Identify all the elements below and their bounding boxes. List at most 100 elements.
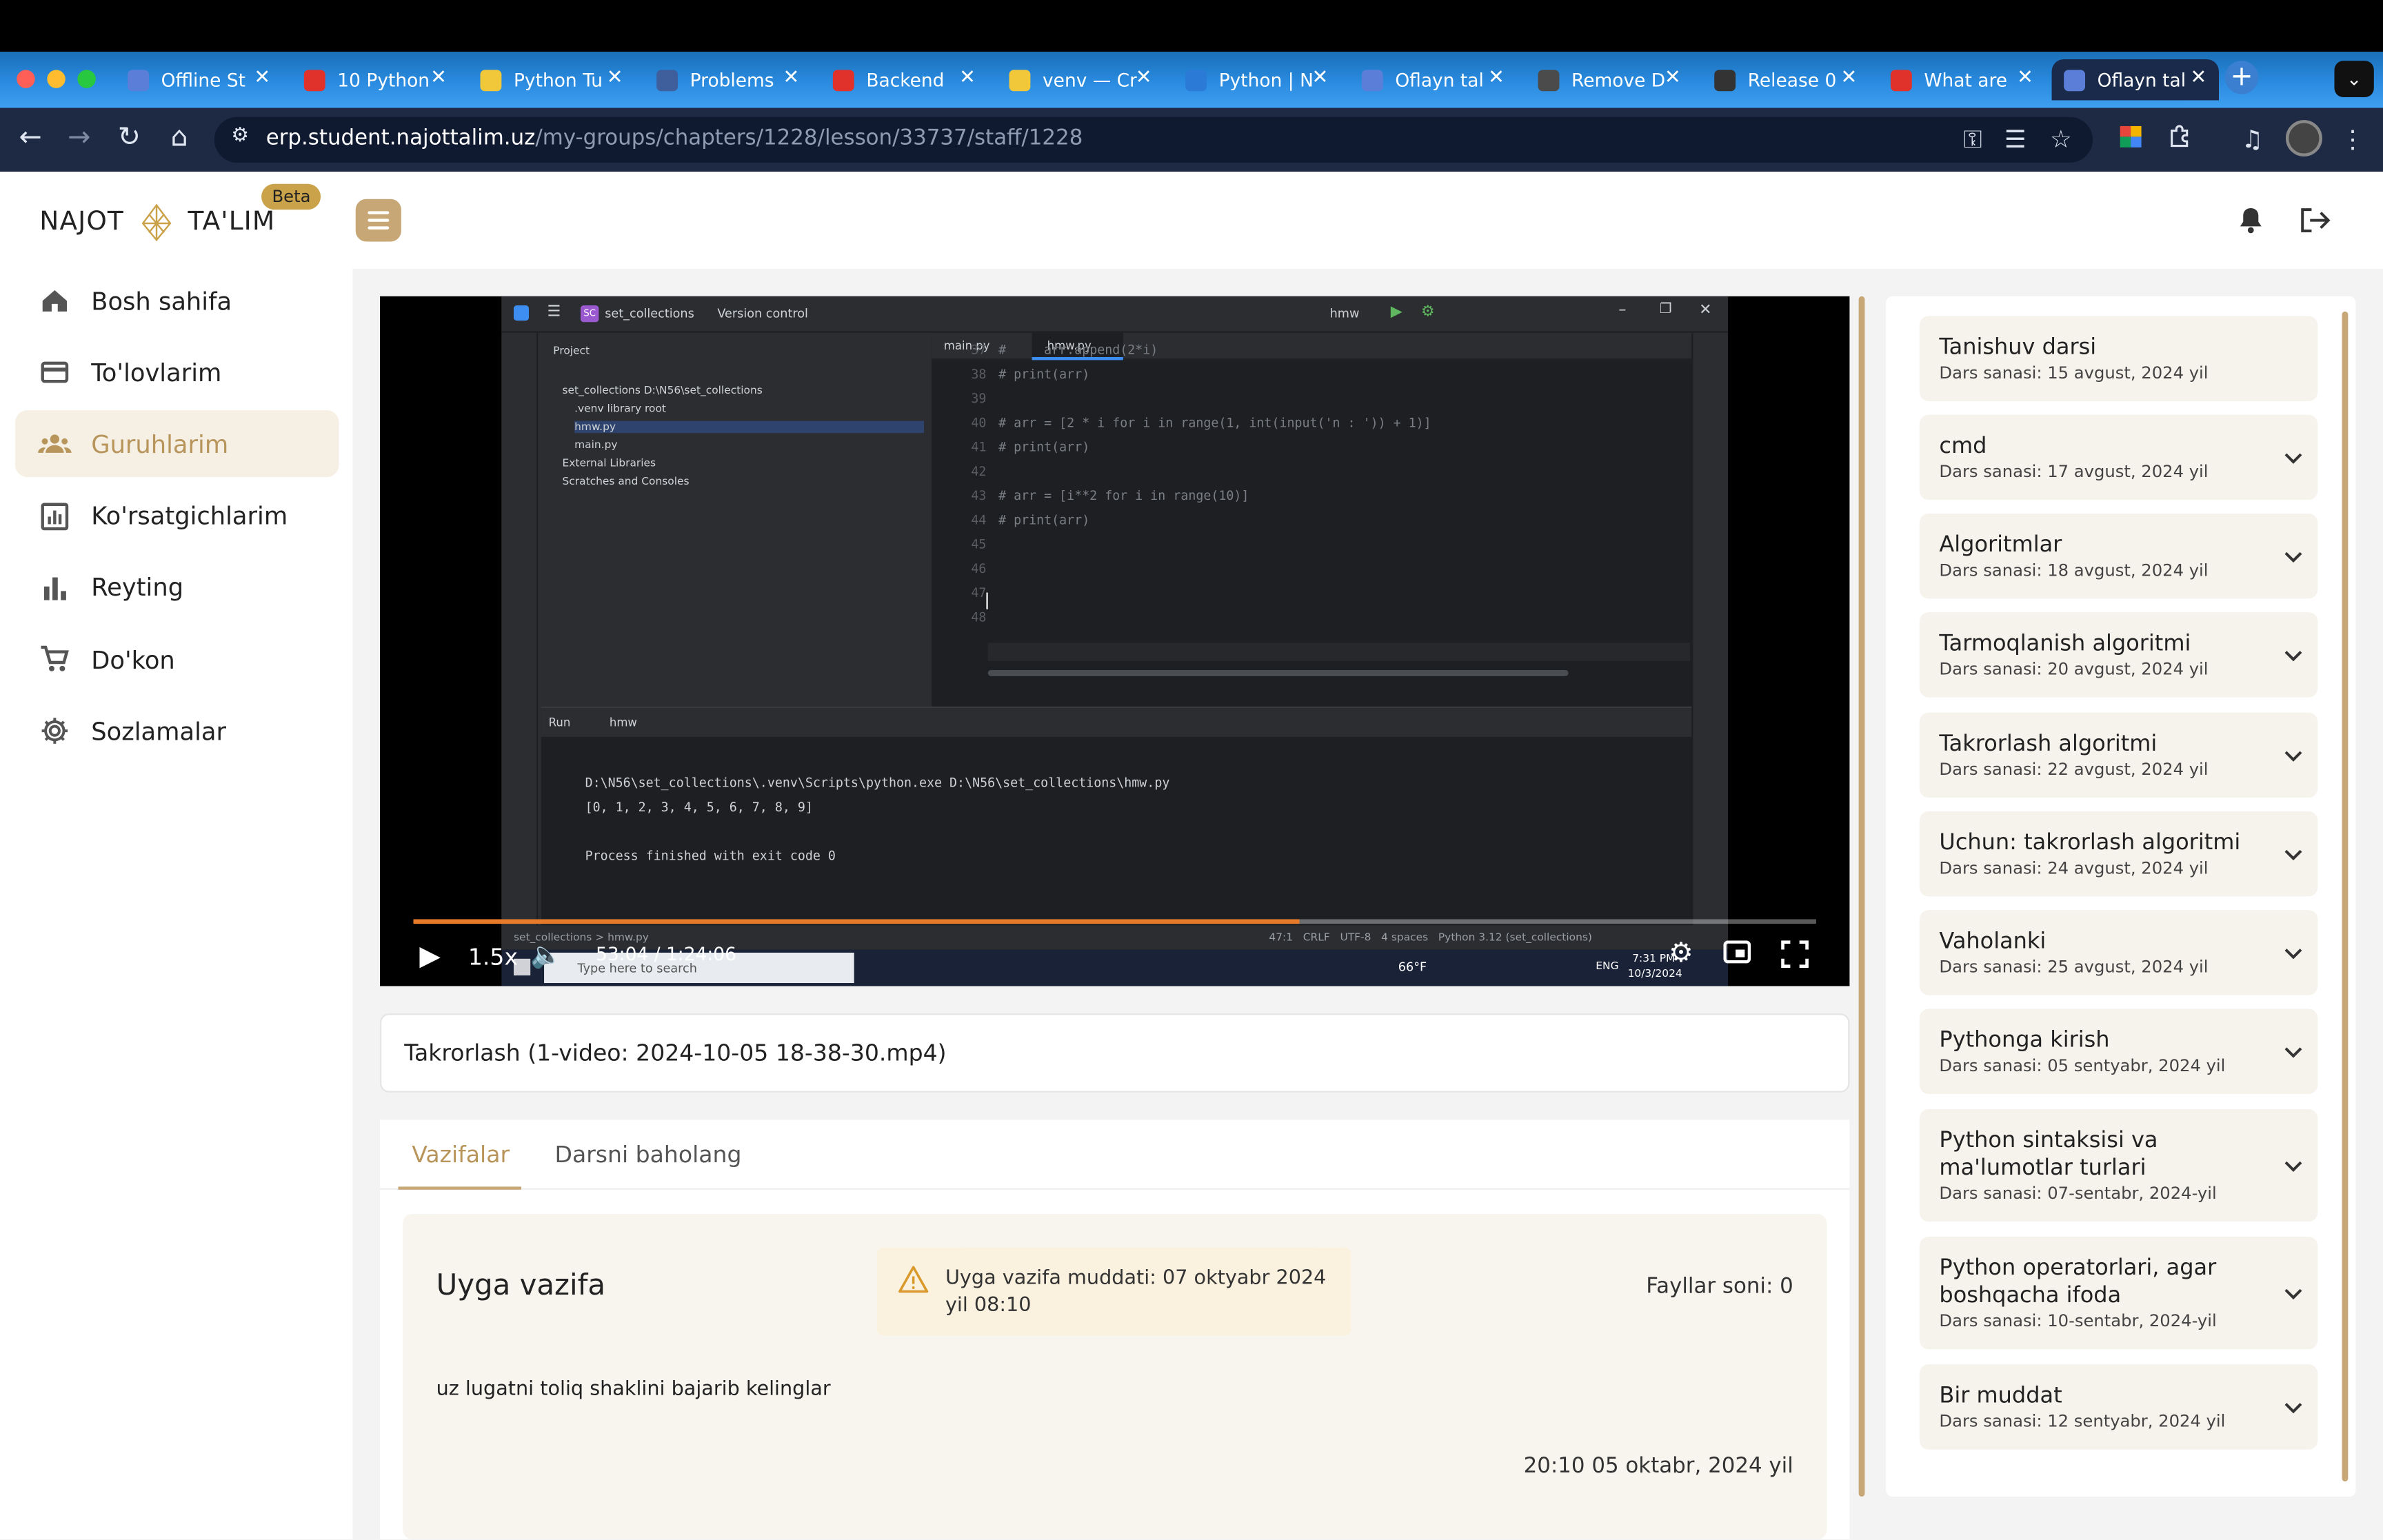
lesson-item[interactable]: Pythonga kirish Dars sanasi: 05 sentyabr,… xyxy=(1919,1009,2318,1094)
browser-tab[interactable]: Backend ✕ xyxy=(821,59,987,101)
browser-tab[interactable]: Remove D ✕ xyxy=(1526,59,1693,101)
volume-icon[interactable]: 🔈 xyxy=(530,940,563,971)
browser-tab[interactable]: Python | N ✕ xyxy=(1174,59,1340,101)
lesson-list-scrollbar[interactable] xyxy=(2342,311,2349,1481)
tab-close-icon[interactable]: ✕ xyxy=(2017,67,2033,90)
media-controls-icon[interactable]: ♫ xyxy=(2237,125,2267,154)
minimize-window-button[interactable] xyxy=(47,70,66,88)
tab-vazifalar[interactable]: Vazifalar xyxy=(412,1141,510,1168)
mini-player-icon[interactable] xyxy=(1723,940,1751,971)
browser-tab[interactable]: Problems ✕ xyxy=(645,59,812,101)
sidebar-item-guruhlarim[interactable]: Guruhlarim xyxy=(15,410,339,478)
tab-favicon-icon xyxy=(1714,69,1736,91)
browser-tab[interactable]: Oflayn tal ✕ xyxy=(2051,59,2219,101)
close-window-button[interactable] xyxy=(17,70,35,88)
tab-close-icon[interactable]: ✕ xyxy=(959,67,976,90)
site-info-icon[interactable]: ⚙ xyxy=(225,125,255,148)
hamburger-menu-button[interactable] xyxy=(355,199,401,242)
lesson-item[interactable]: Bir muddat Dars sanasi: 12 sentyabr, 2024… xyxy=(1919,1364,2318,1450)
bookmark-star-icon[interactable]: ☆ xyxy=(2046,125,2076,154)
bell-icon[interactable] xyxy=(2235,205,2266,243)
lesson-date: Dars sanasi: 20 avgust, 2024 yil xyxy=(1939,659,2209,680)
lesson-item[interactable]: Vaholanki Dars sanasi: 25 avgust, 2024 yi… xyxy=(1919,910,2318,995)
back-arrow-icon[interactable]: ← xyxy=(12,121,49,153)
chevron-down-icon[interactable] xyxy=(2284,646,2302,669)
tab-close-icon[interactable]: ✕ xyxy=(1488,67,1505,90)
lesson-item[interactable]: Algoritmlar Dars sanasi: 18 avgust, 2024 … xyxy=(1919,513,2318,599)
sidebar-item-bosh-sahifa[interactable]: Bosh sahifa xyxy=(15,267,339,334)
tab-favicon-icon xyxy=(1009,69,1031,91)
line-number: 44 xyxy=(971,511,987,527)
home-icon[interactable]: ⌂ xyxy=(161,121,198,153)
chevron-down-icon[interactable] xyxy=(2284,448,2302,471)
logout-icon[interactable] xyxy=(2298,205,2331,243)
chevron-down-icon[interactable] xyxy=(2284,1284,2302,1306)
chevron-down-icon[interactable] xyxy=(2284,1398,2302,1421)
tab-close-icon[interactable]: ✕ xyxy=(2190,67,2206,90)
browser-tab[interactable]: venv — Cr ✕ xyxy=(997,59,1164,101)
zoom-window-button[interactable] xyxy=(77,70,96,88)
profile-avatar[interactable] xyxy=(2285,120,2322,157)
line-number: 47 xyxy=(971,585,987,600)
browser-tab[interactable]: Release 0 ✕ xyxy=(1702,59,1869,101)
chevron-down-icon[interactable] xyxy=(2284,944,2302,966)
tab-close-icon[interactable]: ✕ xyxy=(783,67,799,90)
sidebar-item-reyting[interactable]: Reyting xyxy=(15,554,339,621)
lesson-item[interactable]: Python operatorlari, agar boshqacha ifod… xyxy=(1919,1237,2318,1350)
chevron-down-icon[interactable] xyxy=(2284,1156,2302,1179)
chevron-down-icon[interactable] xyxy=(2284,746,2302,769)
tab-close-icon[interactable]: ✕ xyxy=(607,67,623,90)
tab-darsni-baholang[interactable]: Darsni baholang xyxy=(554,1141,741,1168)
extension-colorful-icon[interactable] xyxy=(2115,125,2146,155)
settings-gear-icon[interactable]: ⚙ xyxy=(1669,938,1693,969)
chevron-down-icon[interactable] xyxy=(2284,547,2302,569)
forward-arrow-icon[interactable]: → xyxy=(61,121,97,153)
card-icon xyxy=(37,354,73,391)
browser-tab[interactable]: Python Tu ✕ xyxy=(468,59,635,101)
tab-close-icon[interactable]: ✕ xyxy=(1136,67,1152,90)
lesson-item[interactable]: Uchun: takrorlash algoritmi Dars sanasi: … xyxy=(1919,811,2318,897)
lesson-item[interactable]: Python sintaksisi va ma'lumotlar turlari… xyxy=(1919,1108,2318,1222)
lesson-name: Bir muddat xyxy=(1939,1384,2062,1409)
video-column-scrollbar[interactable] xyxy=(1858,296,1865,1497)
tab-close-icon[interactable]: ✕ xyxy=(1665,67,1681,90)
sidebar-item-do-kon[interactable]: Do'kon xyxy=(15,626,339,693)
translate-icon[interactable]: ☰ xyxy=(2000,125,2031,154)
video-player[interactable]: ☰ SC set_collections Version control hmw… xyxy=(380,296,1850,986)
ide-debug-icon: ⚙ xyxy=(1420,303,1435,321)
browser-tab[interactable]: 10 Python ✕ xyxy=(292,59,459,101)
logo[interactable]: NAJOT TA'LIM xyxy=(39,199,275,245)
extensions-puzzle-icon[interactable] xyxy=(2164,125,2195,155)
tab-search-chevron-icon[interactable]: ⌄ xyxy=(2334,61,2374,98)
sidebar-item-ko-rsatgichlarim[interactable]: Ko'rsatgichlarim xyxy=(15,483,339,549)
chevron-down-icon[interactable] xyxy=(2284,1042,2302,1065)
sidebar-item-sozlamalar[interactable]: Sozlamalar xyxy=(15,698,339,764)
play-icon[interactable]: ▶ xyxy=(419,940,441,972)
lesson-item[interactable]: Takrorlash algoritmi Dars sanasi: 22 avgu… xyxy=(1919,712,2318,798)
browser-tab[interactable]: Oflayn tal ✕ xyxy=(1349,59,1516,101)
url-text[interactable]: erp.student.najottalim.uz/my-groups/chap… xyxy=(266,126,1083,150)
tab-close-icon[interactable]: ✕ xyxy=(1840,67,1857,90)
reload-icon[interactable]: ↻ xyxy=(111,121,148,153)
chevron-down-icon[interactable] xyxy=(2284,844,2302,867)
speed-button[interactable]: 1.5x xyxy=(468,944,518,971)
tab-title: Python | N xyxy=(1218,69,1314,91)
tab-close-icon[interactable]: ✕ xyxy=(430,67,447,90)
browser-tab[interactable]: What are ✕ xyxy=(1878,59,2045,101)
new-tab-button[interactable]: + xyxy=(2224,61,2259,94)
browser-tab[interactable]: Offline St ✕ xyxy=(116,59,283,101)
browser-menu-icon[interactable]: ⋮ xyxy=(2337,125,2368,154)
tab-close-icon[interactable]: ✕ xyxy=(254,67,270,90)
lesson-date: Dars sanasi: 10-sentabr, 2024-yil xyxy=(1939,1311,2217,1331)
line-number: 38 xyxy=(971,366,987,382)
video-progress-fill xyxy=(413,919,1300,924)
lesson-name: Tarmoqlanish algoritmi xyxy=(1939,631,2191,657)
key-icon[interactable]: ⚿ xyxy=(1958,125,1988,155)
lesson-item[interactable]: Tarmoqlanish algoritmi Dars sanasi: 20 av… xyxy=(1919,612,2318,698)
lesson-item[interactable]: Tanishuv darsi Dars sanasi: 15 avgust, 20… xyxy=(1919,316,2318,401)
lesson-item[interactable]: cmd Dars sanasi: 17 avgust, 2024 yil xyxy=(1919,414,2318,500)
tab-close-icon[interactable]: ✕ xyxy=(1311,67,1328,90)
fullscreen-icon[interactable] xyxy=(1780,940,1809,973)
sidebar-item-to-lovlarim[interactable]: To'lovlarim xyxy=(15,339,339,406)
tab-favicon-icon xyxy=(1890,69,1912,91)
